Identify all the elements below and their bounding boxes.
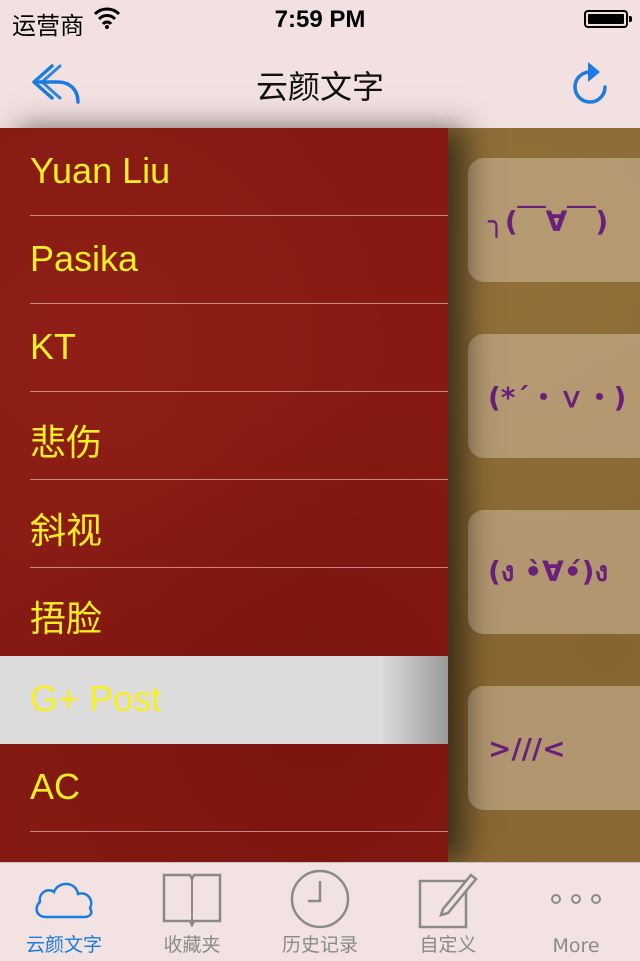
menu-item-yuan-liu[interactable]: Yuan Liu [0, 128, 448, 216]
menu-item-label: 斜视 [30, 510, 103, 551]
navigation-bar: 云颜文字 [0, 40, 640, 129]
refresh-icon[interactable] [568, 58, 612, 108]
emoticon-list: ╮(￣∀￣) (*´・ｖ・) (ง •̀∀•́)ง >///< [448, 128, 640, 862]
menu-item-kt[interactable]: KT [0, 304, 448, 392]
edit-icon [418, 873, 478, 929]
tab-label: 历史记录 [281, 934, 358, 956]
menu-item-label: G+ Post [30, 678, 162, 719]
tab-more[interactable]: More [512, 863, 640, 961]
emoticon-card[interactable]: ╮(￣∀￣) [468, 158, 640, 282]
tab-label: 云颜文字 [25, 934, 102, 956]
tab-label: 收藏夹 [163, 934, 221, 956]
menu-item-facepalm[interactable]: 捂脸 [0, 568, 448, 656]
menu-item-label: 悲伤 [30, 422, 103, 463]
status-time: 7:59 PM [274, 6, 366, 33]
menu-item-sad[interactable]: 悲伤 [0, 392, 448, 480]
clock-icon [290, 869, 350, 929]
menu-item-label: Yuan Liu [30, 150, 171, 191]
more-icon [551, 894, 601, 904]
menu-item-g-post[interactable]: G+ Post [0, 656, 448, 744]
tab-favorites[interactable]: 收藏夹 [128, 863, 256, 961]
menu-item-ac[interactable]: AC [0, 744, 448, 832]
tab-bar: 云颜文字 收藏夹 历史记录 自定义 More [0, 862, 640, 961]
menu-item-label: AC [30, 766, 81, 807]
book-icon [162, 873, 222, 927]
menu-item-label: KT [30, 326, 77, 367]
tab-label: 自定义 [419, 934, 477, 956]
emoticon-card[interactable]: (*´・ｖ・) [468, 334, 640, 458]
page-title: 云颜文字 [255, 68, 384, 106]
emoticon-card[interactable]: >///< [468, 686, 640, 810]
divider [30, 831, 448, 832]
menu-item-label: 捂脸 [30, 598, 103, 639]
category-menu: Yuan Liu Pasika KT 悲伤 斜视 捂脸 G+ Post AC [0, 128, 448, 862]
battery-icon [584, 10, 632, 28]
menu-item-label: Pasika [30, 238, 139, 279]
tab-label: More [552, 935, 600, 957]
menu-item-pasika[interactable]: Pasika [0, 216, 448, 304]
status-bar: 运营商 7:59 PM [0, 0, 640, 40]
tab-history[interactable]: 历史记录 [256, 863, 384, 961]
emoticon-card[interactable]: (ง •̀∀•́)ง [468, 510, 640, 634]
tab-custom[interactable]: 自定义 [384, 863, 512, 961]
tab-cloud-emoticons[interactable]: 云颜文字 [0, 863, 128, 961]
cloud-icon [35, 882, 93, 919]
menu-item-squint[interactable]: 斜视 [0, 480, 448, 568]
